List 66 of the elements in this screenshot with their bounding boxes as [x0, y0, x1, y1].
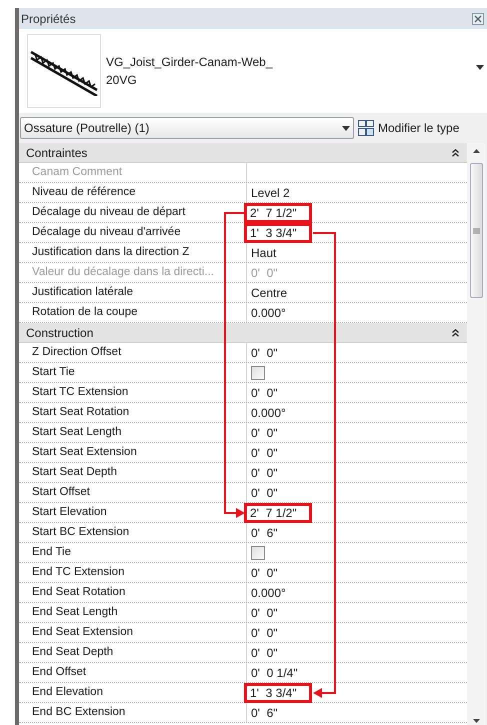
property-label: End Seat Depth — [19, 643, 247, 662]
property-label: Canam Comment — [19, 163, 247, 182]
property-value[interactable]: 2' 7 1/2" — [244, 202, 312, 222]
property-label: Start Tie — [19, 363, 247, 382]
type-name: 20VG — [106, 72, 138, 89]
property-value[interactable]: 0' 0" — [251, 386, 278, 400]
property-label: End Seat Rotation — [19, 583, 247, 602]
type-name: VG_Joist_Girder-Canam-Web_ — [106, 54, 273, 71]
property-label: End Tie — [19, 543, 247, 562]
property-value[interactable]: 0' 6" — [251, 706, 278, 720]
property-value[interactable]: 0' 0" — [251, 626, 278, 640]
property-value[interactable]: 0' 0" — [251, 466, 278, 480]
edit-type-icon — [358, 120, 375, 136]
property-label: Start Seat Length — [19, 423, 247, 442]
property-label: Niveau de référence — [19, 183, 247, 202]
dropdown-arrow-icon — [476, 65, 484, 70]
checkbox[interactable] — [251, 546, 265, 560]
property-label: End TC Extension — [19, 563, 247, 582]
property-value[interactable]: 0' 0" — [251, 566, 278, 580]
property-label: Valeur du décalage dans la directi... — [19, 263, 247, 282]
property-label: Z Direction Offset — [19, 343, 247, 362]
property-value[interactable]: Level 2 — [251, 186, 290, 200]
checkbox[interactable] — [251, 366, 265, 380]
property-label: Justification latérale — [19, 283, 247, 302]
dropdown-arrow-icon — [342, 126, 350, 130]
property-value[interactable]: 0' 0" — [251, 606, 278, 620]
property-value[interactable]: Haut — [251, 246, 276, 260]
scroll-thumb[interactable] — [470, 163, 482, 298]
property-value[interactable]: 1' 3 3/4" — [244, 222, 312, 242]
property-label: Start Seat Extension — [19, 443, 247, 462]
property-value[interactable]: 0.000° — [251, 406, 286, 420]
property-label: End Seat Extension — [19, 623, 247, 642]
property-label: Start Seat Rotation — [19, 403, 247, 422]
type-selector[interactable]: VG_Joist_Girder-Canam-Web_ 20VG — [19, 29, 487, 113]
property-value[interactable]: 0' 0" — [251, 446, 278, 460]
section-header[interactable]: Contraintes — [19, 143, 467, 163]
property-value[interactable]: 0' 0" — [251, 486, 278, 500]
property-label: Start Seat Depth — [19, 463, 247, 482]
property-value[interactable]: Centre — [251, 286, 288, 300]
property-label: Start Offset — [19, 483, 247, 502]
property-value[interactable]: 2' 7 1/2" — [244, 502, 312, 522]
property-label: Justification dans la direction Z — [19, 243, 247, 262]
edit-type-button[interactable]: Modifier le type — [358, 119, 460, 137]
scroll-up-icon[interactable] — [472, 149, 480, 153]
property-value[interactable]: 0.000° — [251, 586, 286, 600]
property-label: Start BC Extension — [19, 523, 247, 542]
panel-title: Propriétés — [21, 10, 76, 28]
close-button[interactable] — [472, 12, 484, 24]
instance-dropdown[interactable]: Ossature (Poutrelle) (1) — [20, 117, 354, 139]
property-value[interactable]: 0.000° — [251, 306, 286, 320]
property-value[interactable]: 0' 6" — [251, 526, 278, 540]
property-label: End Seat Length — [19, 603, 247, 622]
collapse-icon — [452, 328, 459, 336]
property-value[interactable]: 0' 0" — [251, 426, 278, 440]
property-label: End Offset — [19, 663, 247, 682]
property-label: Rotation de la coupe — [19, 303, 247, 322]
property-value[interactable]: 0' 0" — [251, 346, 278, 360]
collapse-icon — [452, 148, 459, 156]
property-value[interactable]: 0' 0" — [251, 646, 278, 660]
property-label: End BC Extension — [19, 703, 247, 722]
property-value[interactable]: 0' 0 1/4" — [251, 666, 298, 680]
section-header[interactable]: Construction — [19, 323, 467, 343]
property-value[interactable]: 1' 3 3/4" — [244, 682, 312, 702]
scrollbar[interactable] — [467, 143, 485, 725]
scroll-down-icon[interactable] — [472, 719, 480, 723]
property-label: Start TC Extension — [19, 383, 247, 402]
